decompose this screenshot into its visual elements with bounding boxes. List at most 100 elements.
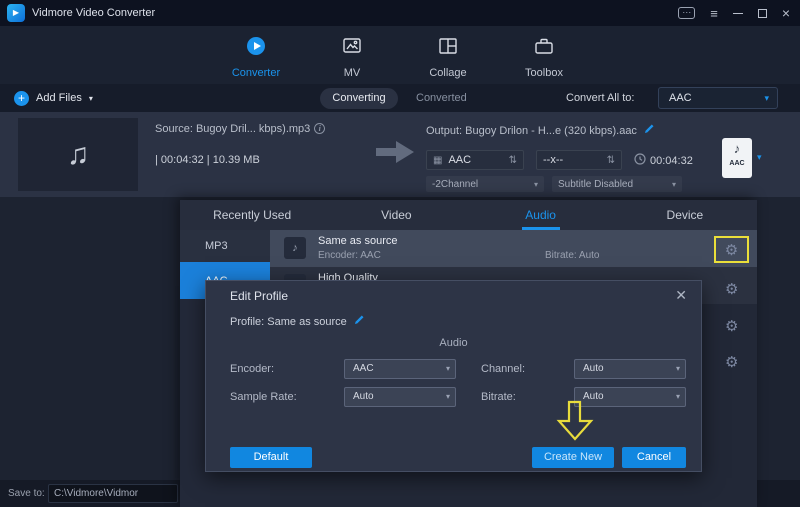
collage-icon	[437, 35, 459, 62]
menu-icon[interactable]: ≡	[710, 6, 718, 21]
format-badge[interactable]: ♪ AAC	[722, 138, 752, 178]
app-logo-icon: ▶	[7, 4, 25, 22]
output-duration: 00:04:32	[634, 153, 693, 168]
profile-name-label: Profile: Same as source	[230, 314, 365, 328]
tab-collage[interactable]: Collage	[416, 35, 480, 87]
gear-icon[interactable]: ⚙	[725, 241, 738, 259]
encoder-select[interactable]: AAC ▾	[344, 359, 456, 379]
profile-tabs: Recently Used Video Audio Device	[180, 200, 757, 230]
tab-collage-label: Collage	[429, 67, 466, 79]
music-note-icon: ♪	[722, 138, 752, 160]
chevron-down-icon: ▾	[534, 180, 538, 189]
toolbox-icon	[533, 35, 555, 62]
close-icon[interactable]: ×	[782, 5, 790, 21]
source-label: Source: Bugoy Dril... kbps).mp3i	[155, 123, 400, 135]
edit-icon[interactable]	[354, 316, 365, 328]
tab-converter-label: Converter	[232, 67, 280, 79]
format-value: AAC	[448, 154, 471, 166]
edit-icon[interactable]	[644, 125, 655, 137]
list-item-same-as-source[interactable]: ♪ Same as source Encoder: AAC Bitrate: A…	[270, 230, 757, 267]
grid-icon: ▦	[433, 155, 442, 166]
chevron-down-icon[interactable]: ▾	[757, 152, 762, 163]
clock-icon	[634, 153, 646, 168]
close-icon[interactable]: ✕	[675, 287, 687, 304]
profile-title: Same as source	[318, 235, 397, 247]
title-bar: ▶ Vidmore Video Converter ⋯ ≡ ×	[0, 0, 800, 26]
subtitle-value: Subtitle Disabled	[558, 179, 633, 190]
info-icon[interactable]: i	[314, 123, 325, 134]
highlight-box: ⚙	[714, 236, 749, 263]
app-window: ▶ Vidmore Video Converter ⋯ ≡ × Converte…	[0, 0, 800, 507]
save-to-label: Save to:	[8, 480, 45, 507]
chevron-down-icon: ▾	[446, 360, 450, 378]
subtitle-dropdown[interactable]: Subtitle Disabled ▾	[552, 176, 682, 192]
convert-all-dropdown[interactable]: AAC ▾	[658, 87, 778, 109]
gear-icon[interactable]: ⚙	[725, 353, 738, 371]
tab-video[interactable]: Video	[324, 200, 468, 230]
chevron-down-icon: ▾	[446, 388, 450, 406]
duration-size-label: | 00:04:32 | 10.39 MB	[155, 154, 260, 166]
section-label: Audio	[206, 337, 701, 349]
chevron-down-icon: ▾	[89, 94, 93, 103]
resolution-dropdown[interactable]: --x-- ⇅	[536, 150, 622, 170]
channel-label: Channel:	[481, 359, 525, 379]
tab-converting[interactable]: Converting	[320, 88, 398, 109]
convert-all-value: AAC	[669, 92, 692, 104]
maximize-icon[interactable]	[758, 9, 767, 18]
feedback-icon[interactable]: ⋯	[678, 7, 695, 19]
sidebar-item-mp3[interactable]: MP3	[180, 230, 270, 262]
tab-mv[interactable]: MV	[320, 35, 384, 87]
profile-bitrate: Bitrate: Auto	[545, 250, 599, 261]
default-button[interactable]: Default	[230, 447, 312, 468]
gear-icon[interactable]: ⚙	[725, 317, 738, 335]
encoder-label: Encoder:	[230, 359, 274, 379]
dialog-title: Edit Profile	[230, 289, 288, 303]
gear-icon[interactable]: ⚙	[725, 280, 738, 298]
tab-device[interactable]: Device	[613, 200, 757, 230]
add-files-button[interactable]: + Add Files ▾	[14, 84, 93, 112]
music-note-icon: ♪	[284, 237, 306, 259]
tab-mv-label: MV	[344, 67, 361, 79]
tab-recently-used[interactable]: Recently Used	[180, 200, 324, 230]
tab-toolbox-label: Toolbox	[525, 67, 563, 79]
minimize-icon[interactable]	[733, 13, 743, 14]
sample-rate-select[interactable]: Auto ▾	[344, 387, 456, 407]
tab-converted[interactable]: Converted	[416, 88, 467, 109]
tab-audio[interactable]: Audio	[469, 200, 613, 230]
file-row: ♫ Source: Bugoy Dril... kbps).mp3i | 00:…	[0, 112, 800, 197]
toolbar: + Add Files ▾ Converting Converted Conve…	[0, 84, 800, 112]
arrow-annotation	[556, 400, 594, 447]
arrow-right-icon	[376, 140, 416, 169]
add-files-label: Add Files	[36, 92, 82, 104]
updown-icon: ⇅	[509, 155, 517, 166]
sample-rate-label: Sample Rate:	[230, 387, 297, 407]
channel-select[interactable]: Auto ▾	[574, 359, 686, 379]
format-badge-label: AAC	[722, 160, 752, 167]
channel-value: -2Channel	[432, 179, 478, 190]
create-new-button[interactable]: Create New	[532, 447, 614, 468]
tab-converter[interactable]: Converter	[224, 35, 288, 87]
music-notes-icon: ♫	[67, 138, 90, 172]
save-to-path[interactable]: C:\Vidmore\Vidmor	[48, 484, 178, 503]
bitrate-label: Bitrate:	[481, 387, 516, 407]
tab-toolbox[interactable]: Toolbox	[512, 35, 576, 87]
audio-thumbnail: ♫	[18, 118, 138, 191]
mv-icon	[341, 35, 363, 62]
converter-icon	[245, 35, 267, 62]
chevron-down-icon: ▾	[672, 180, 676, 189]
profile-encoder: Encoder: AAC	[318, 250, 381, 261]
nav-bar: Converter MV Collage Toolbox	[0, 26, 800, 84]
channel-dropdown[interactable]: -2Channel ▾	[426, 176, 544, 192]
plus-icon: +	[14, 91, 29, 106]
app-title: Vidmore Video Converter	[32, 0, 155, 26]
chevron-down-icon: ▾	[676, 388, 680, 406]
chevron-down-icon: ▾	[676, 360, 680, 378]
output-label: Output: Bugoy Drilon - H...e (320 kbps).…	[426, 123, 706, 137]
edit-profile-dialog: Edit Profile ✕ Profile: Same as source A…	[205, 280, 702, 472]
updown-icon: ⇅	[607, 155, 615, 166]
cancel-button[interactable]: Cancel	[622, 447, 686, 468]
convert-all-label: Convert All to:	[566, 88, 634, 109]
chevron-down-icon: ▾	[764, 88, 769, 108]
output-format-dropdown[interactable]: ▦ AAC ⇅	[426, 150, 524, 170]
resolution-value: --x--	[543, 154, 563, 166]
